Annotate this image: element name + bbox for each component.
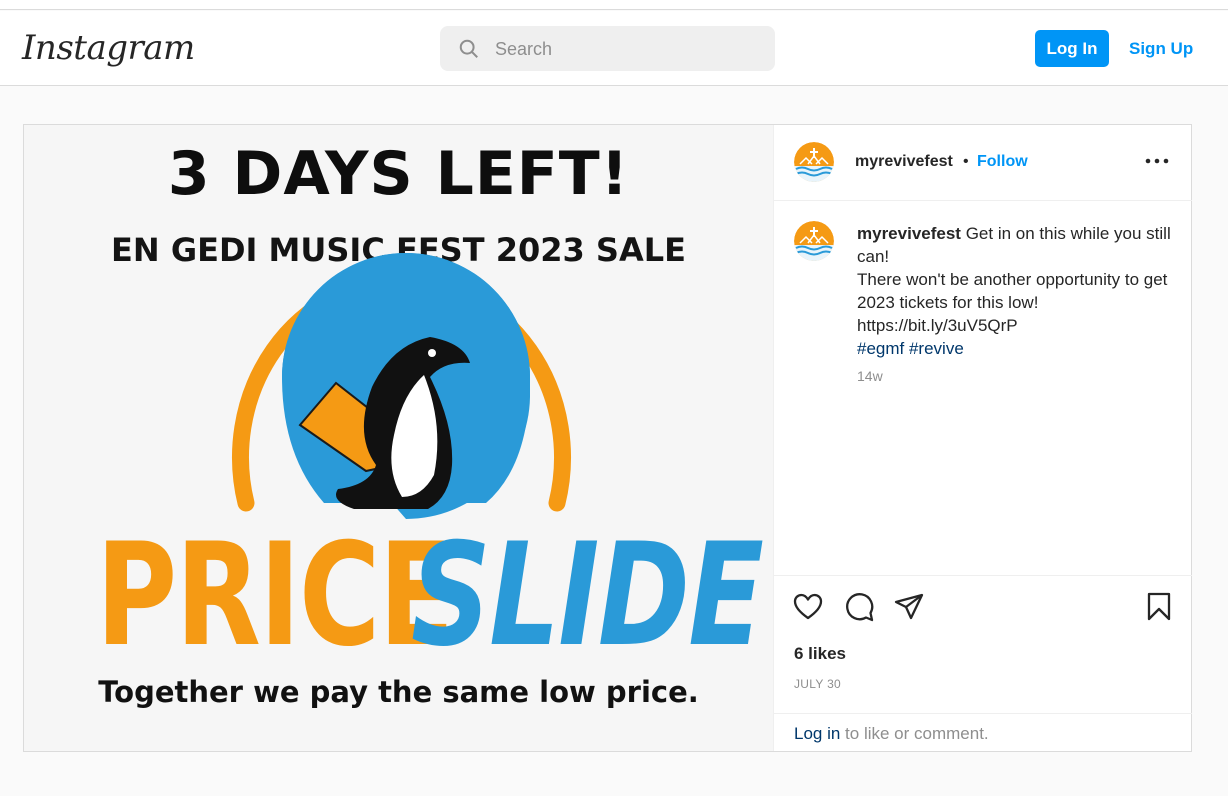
- signup-link[interactable]: Sign Up: [1129, 39, 1193, 59]
- actions-divider: [774, 575, 1192, 576]
- caption-text-2: There won't be another opportunity to ge…: [857, 270, 1168, 312]
- caption-username[interactable]: myrevivefest: [857, 224, 961, 243]
- image-tagline: Together we pay the same low price.: [98, 675, 699, 709]
- caption-first-line: myrevivefest Get in on this while you st…: [857, 222, 1172, 268]
- login-prompt: Log in to like or comment.: [794, 724, 989, 744]
- login-link[interactable]: Log in: [794, 724, 840, 743]
- caption-age: 14w: [857, 368, 883, 384]
- search-box[interactable]: Search: [440, 26, 775, 71]
- search-placeholder[interactable]: Search: [495, 39, 552, 60]
- caption-url: https://bit.ly/3uV5QrP: [857, 316, 1018, 335]
- bookmark-save-icon[interactable]: [1143, 591, 1175, 623]
- follow-button[interactable]: Follow: [977, 153, 1028, 171]
- post-date: JULY 30: [794, 677, 842, 691]
- login-to-comment-row: Log in to like or comment.: [774, 713, 1192, 751]
- more-options-icon[interactable]: [1144, 151, 1170, 171]
- post-card: 3 DAYS LEFT! EN GEDI MUSIC FEST 2023 SAL…: [23, 124, 1192, 752]
- post-image[interactable]: 3 DAYS LEFT! EN GEDI MUSIC FEST 2023 SAL…: [24, 125, 773, 751]
- image-word-slide: SLIDE: [411, 513, 764, 678]
- login-prompt-text: to like or comment.: [840, 724, 989, 743]
- like-heart-icon[interactable]: [792, 591, 824, 623]
- author-avatar[interactable]: [794, 142, 834, 182]
- share-send-icon[interactable]: [893, 591, 925, 623]
- post-header: myrevivefest • Follow: [774, 125, 1192, 201]
- revive-logo-icon: [794, 221, 834, 261]
- comment-bubble-icon[interactable]: [843, 591, 875, 623]
- revive-logo-icon: [794, 142, 834, 182]
- separator-dot: •: [963, 153, 969, 170]
- post-caption: myrevivefest Get in on this while you st…: [857, 222, 1172, 360]
- post-sidebar: myrevivefest • Follow myrevivefest Get i…: [773, 125, 1192, 751]
- top-navbar: Instagram Search Log In Sign Up: [0, 11, 1228, 86]
- login-button[interactable]: Log In: [1035, 30, 1109, 67]
- likes-count[interactable]: 6 likes: [794, 644, 846, 664]
- instagram-logo[interactable]: Instagram: [22, 28, 195, 68]
- author-username[interactable]: myrevivefest: [855, 153, 953, 171]
- search-icon: [459, 39, 478, 58]
- caption-avatar[interactable]: [794, 221, 834, 261]
- top-border: [0, 0, 1228, 10]
- caption-hashtags[interactable]: #egmf #revive: [857, 337, 1172, 360]
- image-word-price: PRICE: [96, 513, 454, 678]
